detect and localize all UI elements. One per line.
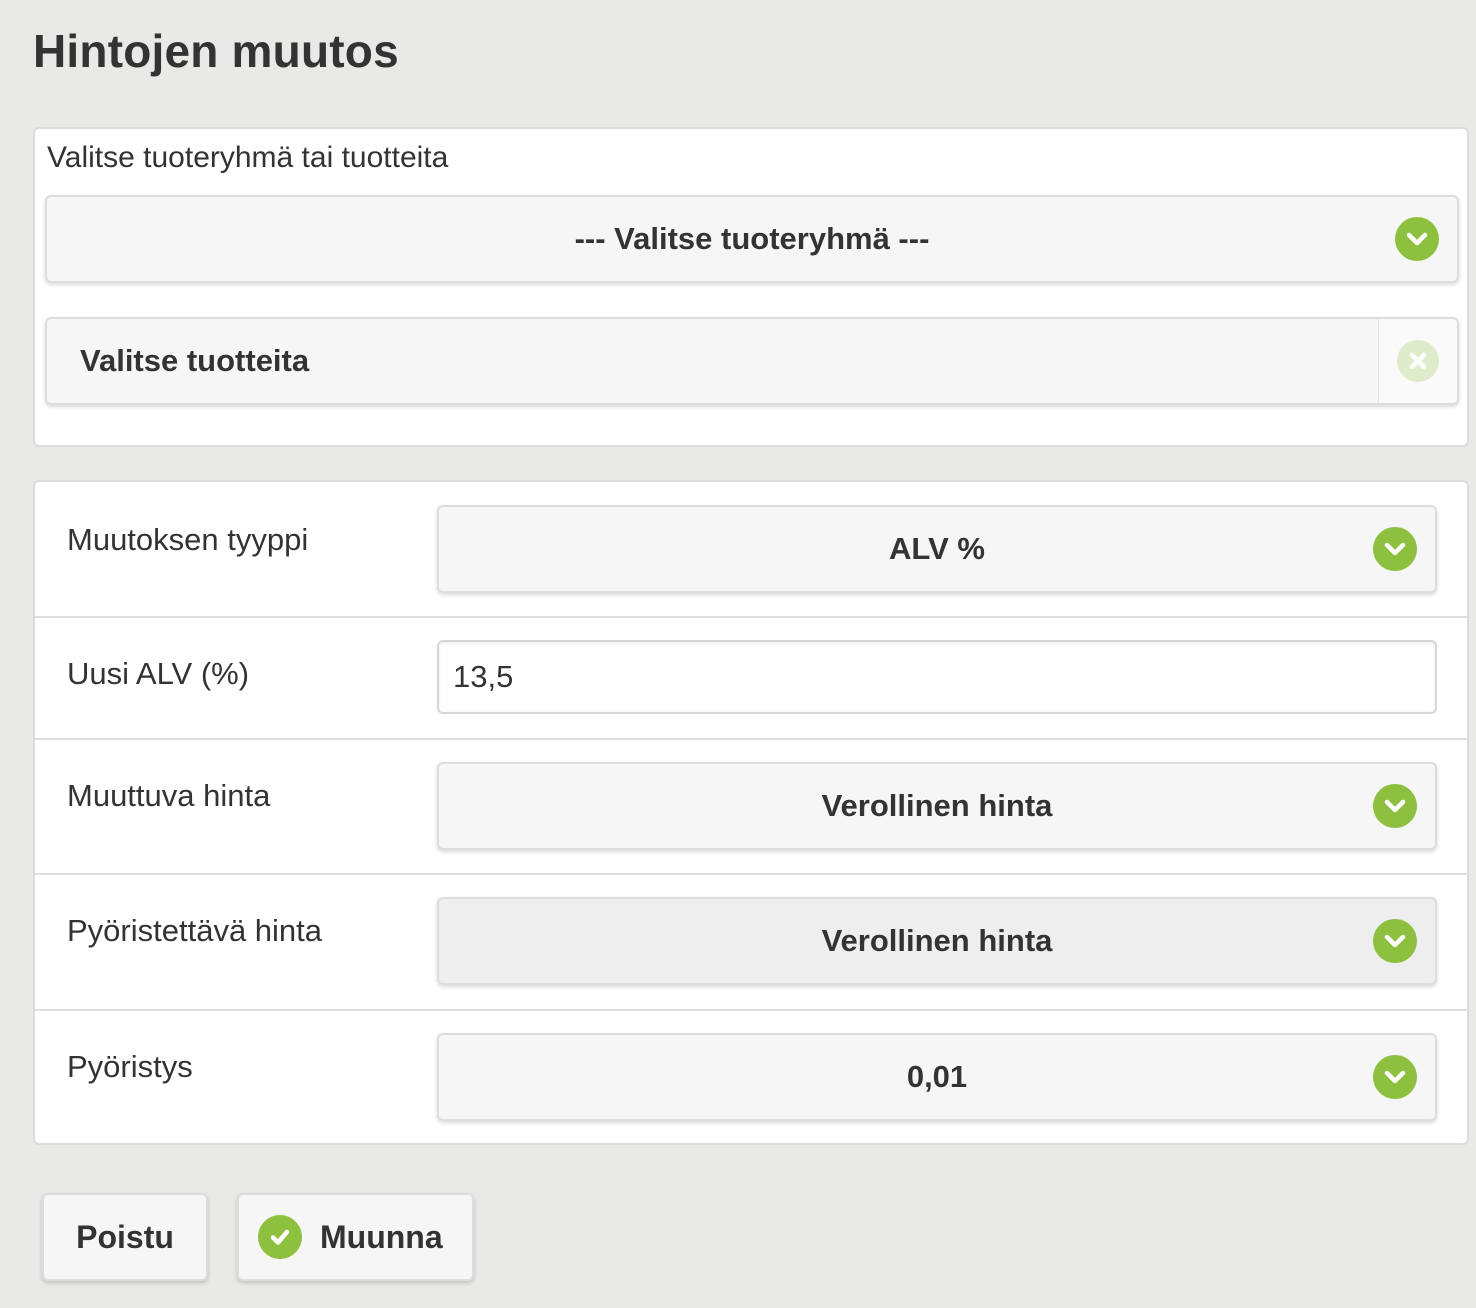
rounding-label: Pyöristys: [67, 1049, 193, 1084]
chevron-down-icon: [1373, 919, 1417, 963]
form-row-rounded-price: Pyöristettävä hinta Verollinen hinta: [35, 875, 1467, 1011]
form-row-change-type: Muutoksen tyyppi ALV %: [35, 482, 1467, 618]
exit-button[interactable]: Poistu: [42, 1193, 208, 1281]
changing-price-select[interactable]: Verollinen hinta: [437, 762, 1437, 850]
chevron-down-icon: [1373, 784, 1417, 828]
product-group-select[interactable]: --- Valitse tuoteryhmä ---: [45, 195, 1459, 283]
products-multiselect[interactable]: Valitse tuotteita: [45, 317, 1459, 405]
check-icon: [258, 1215, 302, 1259]
change-type-value: ALV %: [889, 531, 985, 566]
change-type-label: Muutoksen tyyppi: [67, 522, 309, 557]
new-vat-input[interactable]: [437, 640, 1437, 714]
chevron-down-icon: [1395, 217, 1439, 261]
rounded-price-value: Verollinen hinta: [821, 923, 1053, 958]
chevron-down-icon: [1373, 1055, 1417, 1099]
close-icon: [1397, 340, 1439, 382]
form-row-changing-price: Muuttuva hinta Verollinen hinta: [35, 740, 1467, 875]
new-vat-label: Uusi ALV (%): [67, 656, 250, 691]
chevron-down-icon: [1373, 527, 1417, 571]
selection-legend: Valitse tuoteryhmä tai tuotteita: [47, 141, 449, 174]
product-selection-panel: Valitse tuoteryhmä tai tuotteita --- Val…: [33, 127, 1469, 447]
clear-products-button[interactable]: [1378, 319, 1457, 403]
form-row-new-vat: Uusi ALV (%): [35, 618, 1467, 740]
convert-button-label: Muunna: [320, 1218, 443, 1255]
rounding-select[interactable]: 0,01: [437, 1033, 1437, 1121]
rounded-price-select[interactable]: Verollinen hinta: [437, 897, 1437, 985]
changing-price-value: Verollinen hinta: [821, 788, 1053, 823]
products-multiselect-label: Valitse tuotteita: [80, 343, 310, 378]
form-row-rounding: Pyöristys 0,01: [35, 1011, 1467, 1143]
price-change-form: Muutoksen tyyppi ALV % Uusi ALV (%) Muut…: [33, 480, 1469, 1145]
convert-button[interactable]: Muunna: [237, 1193, 474, 1281]
rounding-value: 0,01: [906, 1059, 968, 1094]
rounded-price-label: Pyöristettävä hinta: [67, 913, 323, 948]
change-type-select[interactable]: ALV %: [437, 505, 1437, 593]
page-title: Hintojen muutos: [33, 25, 399, 77]
exit-button-label: Poistu: [76, 1218, 174, 1255]
changing-price-label: Muuttuva hinta: [67, 778, 271, 813]
product-group-select-label: --- Valitse tuoteryhmä ---: [574, 221, 930, 256]
